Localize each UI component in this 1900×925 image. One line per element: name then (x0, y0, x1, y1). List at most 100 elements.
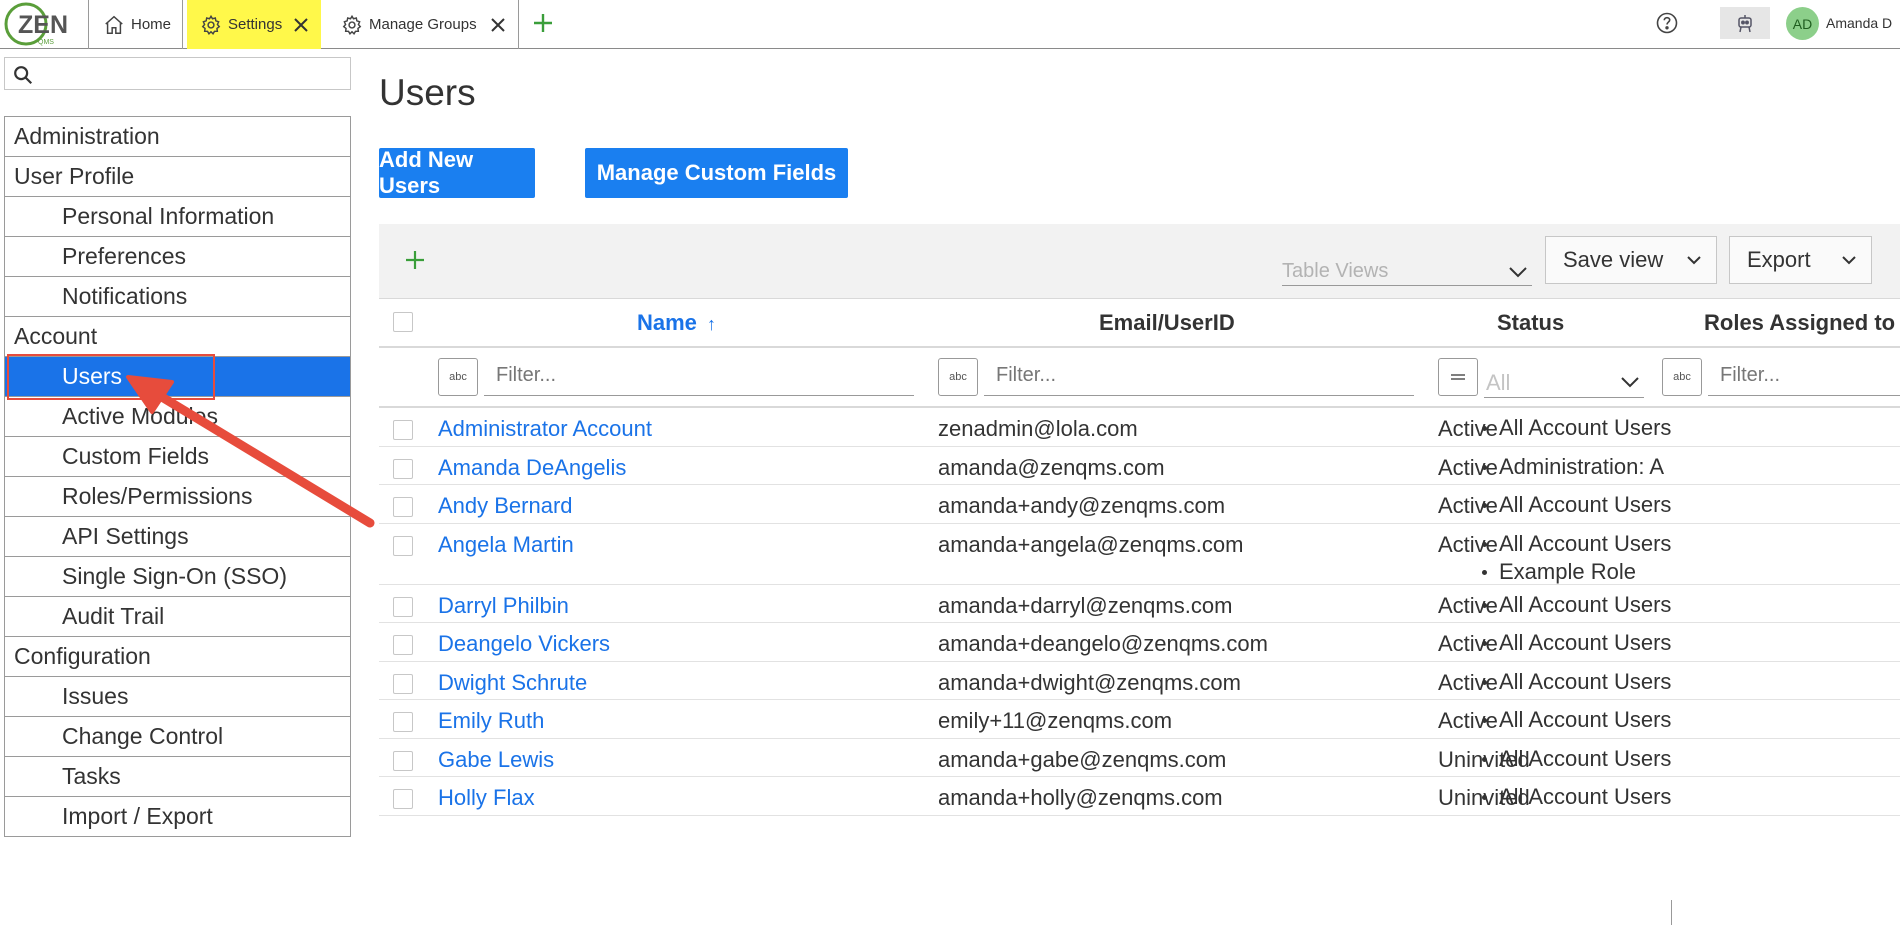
table-row[interactable]: Holly Flax amanda+holly@zenqms.com Uninvit… (379, 777, 1900, 816)
user-name-link[interactable]: Holly Flax (438, 785, 535, 811)
column-header-name[interactable]: Name ↑ (637, 310, 716, 336)
sidebar-item-single-sign-on-sso[interactable]: Single Sign-On (SSO) (5, 557, 350, 597)
tab-manage-groups-label: Manage Groups (369, 16, 477, 33)
name-filter-input[interactable] (484, 356, 914, 396)
user-roles: Administration: A (1477, 453, 1664, 481)
table-row[interactable]: Deangelo Vickers amanda+deangelo@zenqms.c… (379, 623, 1900, 662)
user-name-link[interactable]: Administrator Account (438, 416, 652, 442)
user-roles: All Account Users (1477, 629, 1671, 657)
sidebar-item-api-settings[interactable]: API Settings (5, 517, 350, 557)
user-email: emily+11@zenqms.com (938, 708, 1173, 733)
row-checkbox[interactable] (393, 596, 413, 617)
save-view-label: Save view (1563, 247, 1664, 272)
save-view-button[interactable]: Save view (1545, 236, 1717, 284)
sidebar-item-active-modules[interactable]: Active Modules (5, 397, 350, 437)
row-checkbox[interactable] (393, 673, 413, 694)
roles-list: All Account Users (1477, 591, 1671, 619)
user-name[interactable]: Amanda D (1826, 15, 1892, 31)
roles-list: All Account Users (1477, 745, 1671, 773)
text-filter-type-icon[interactable]: abc (1662, 358, 1702, 396)
user-name-link[interactable]: Darryl Philbin (438, 593, 569, 619)
sidebar-item-configuration[interactable]: Configuration (5, 637, 350, 677)
table-row[interactable]: Amanda DeAngelis amanda@zenqms.com Active A… (379, 447, 1900, 485)
table-row[interactable]: Gabe Lewis amanda+gabe@zenqms.com Uninvite… (379, 739, 1900, 777)
roles-list: Administration: A (1477, 453, 1664, 481)
row-checkbox[interactable] (393, 750, 413, 771)
tab-manage-groups[interactable]: Manage Groups (327, 0, 519, 49)
status-filter-select[interactable]: All (1484, 366, 1644, 398)
tab-settings[interactable]: Settings (187, 0, 321, 49)
sidebar-item-import-export[interactable]: Import / Export (5, 797, 350, 837)
manage-custom-fields-button[interactable]: Manage Custom Fields (585, 148, 848, 198)
assistant-icon[interactable] (1720, 7, 1770, 39)
text-filter-type-icon[interactable]: abc (938, 358, 978, 396)
help-icon[interactable] (1655, 11, 1679, 40)
roles-filter-input[interactable] (1708, 356, 1900, 396)
user-roles: All Account Users (1477, 491, 1671, 519)
tab-home-label: Home (131, 16, 172, 33)
column-header-email[interactable]: Email/UserID (1099, 310, 1235, 336)
user-roles: All Account Users (1477, 591, 1671, 619)
user-name-link[interactable]: Angela Martin (438, 532, 574, 558)
sidebar-item-preferences[interactable]: Preferences (5, 237, 350, 277)
role-item: All Account Users (1477, 629, 1671, 657)
chevron-down-icon (1842, 256, 1856, 265)
tab-home[interactable]: Home (88, 0, 183, 49)
table-row[interactable]: Andy Bernard amanda+andy@zenqms.com Active… (379, 485, 1900, 524)
close-tab-settings-icon[interactable] (293, 17, 309, 33)
sidebar-item-notifications[interactable]: Notifications (5, 277, 350, 317)
table-row[interactable]: Angela Martin amanda+angela@zenqms.com Act… (379, 524, 1900, 585)
table-row[interactable]: Emily Ruth emily+11@zenqms.com Active All A… (379, 700, 1900, 739)
equals-filter-type-icon[interactable] (1438, 358, 1478, 396)
sidebar-item-user-profile[interactable]: User Profile (5, 157, 350, 197)
row-checkbox[interactable] (393, 789, 413, 809)
user-name-link[interactable]: Amanda DeAngelis (438, 455, 626, 481)
avatar[interactable]: AD (1786, 7, 1819, 40)
sidebar-item-change-control[interactable]: Change Control (5, 717, 350, 757)
sidebar-item-account[interactable]: Account (5, 317, 350, 357)
sidebar-item-label: Account (14, 323, 98, 349)
sidebar-search-input[interactable] (4, 57, 351, 90)
search-icon (14, 66, 33, 85)
column-header-status[interactable]: Status (1497, 310, 1564, 336)
sidebar-item-roles-permissions[interactable]: Roles/Permissions (5, 477, 350, 517)
row-checkbox[interactable] (393, 458, 413, 479)
row-checkbox[interactable] (393, 535, 413, 556)
zenqms-logo[interactable]: ZEN QMS (4, 2, 70, 46)
svg-text:ZEN: ZEN (18, 11, 68, 39)
user-email: amanda+angela@zenqms.com (938, 531, 1244, 557)
sidebar-item-administration[interactable]: Administration (5, 117, 350, 157)
user-name-link[interactable]: Emily Ruth (438, 708, 544, 734)
table-row[interactable]: Dwight Schrute amanda+dwight@zenqms.com Ac… (379, 662, 1900, 700)
sidebar-item-personal-information[interactable]: Personal Information (5, 197, 350, 237)
column-header-roles[interactable]: Roles Assigned to (1704, 310, 1895, 336)
sidebar-item-tasks[interactable]: Tasks (5, 757, 350, 797)
new-tab-plus-icon[interactable] (530, 10, 556, 41)
sidebar-item-issues[interactable]: Issues (5, 677, 350, 717)
user-name-link[interactable]: Andy Bernard (438, 493, 573, 519)
select-all-checkbox[interactable] (393, 312, 413, 332)
table-row[interactable]: Darryl Philbin amanda+darryl@zenqms.com Ac… (379, 585, 1900, 623)
user-name-link[interactable]: Dwight Schrute (438, 670, 587, 696)
row-checkbox[interactable] (393, 635, 413, 655)
add-new-users-button[interactable]: Add New Users (379, 147, 535, 198)
sidebar-item-label: API Settings (62, 523, 189, 549)
add-view-plus-icon[interactable] (403, 248, 427, 277)
settings-sidebar-nav: Administration User Profile Personal Infor… (4, 116, 351, 837)
close-tab-manage-groups-icon[interactable] (490, 17, 506, 33)
table-row[interactable]: Administrator Account zenadmin@lola.com Ac… (379, 408, 1900, 447)
sidebar-item-custom-fields[interactable]: Custom Fields (5, 437, 350, 477)
text-filter-type-icon[interactable]: abc (438, 358, 478, 396)
roles-list: All Account Users (1477, 491, 1671, 519)
user-name-link[interactable]: Deangelo Vickers (438, 631, 610, 657)
table-views-select[interactable]: Table Views (1282, 258, 1532, 286)
row-checkbox[interactable] (393, 420, 413, 440)
sidebar-item-audit-trail[interactable]: Audit Trail (5, 597, 350, 637)
user-name-link[interactable]: Gabe Lewis (438, 747, 554, 773)
row-checkbox[interactable] (393, 497, 413, 517)
role-item: All Account Users (1477, 668, 1671, 696)
tab-settings-label: Settings (228, 16, 283, 33)
row-checkbox[interactable] (393, 712, 413, 732)
email-filter-input[interactable] (984, 356, 1414, 396)
export-button[interactable]: Export (1729, 236, 1872, 284)
